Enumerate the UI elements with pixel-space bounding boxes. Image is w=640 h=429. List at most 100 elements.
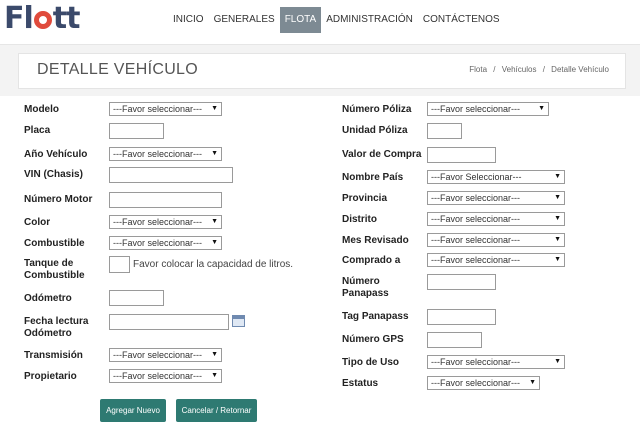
fecha-label-line2: Odómetro [24,328,72,339]
logo-text-end: tt [52,1,81,36]
propietario-select-value: ---Favor seleccionar--- [113,371,203,381]
top-navbar: Fl tt INICIO GENERALES FLOTA ADMINISTRACI… [0,0,640,45]
tipo-uso-select-value: ---Favor seleccionar--- [431,357,521,367]
logo-text-start: Fl [4,1,34,36]
tipo-uso-select[interactable]: ---Favor seleccionar--- ▼ [427,355,565,369]
distrito-select-value: ---Favor seleccionar--- [431,214,521,224]
estatus-label: Estatus [342,378,379,389]
tag-panapass-label: Tag Panapass [342,311,409,322]
nav-item-inicio[interactable]: INICIO [168,7,209,33]
anio-select[interactable]: ---Favor seleccionar--- ▼ [109,147,222,161]
anio-select-value: ---Favor seleccionar--- [113,149,203,159]
tanque-hint: Favor colocar la capacidad de litros. [133,259,294,270]
valor-compra-label: Valor de Compra [342,149,422,160]
chevron-down-icon: ▼ [211,105,218,112]
nav-item-generales[interactable]: GENERALES [209,7,280,33]
propietario-select[interactable]: ---Favor seleccionar--- ▼ [109,369,222,383]
chevron-down-icon: ▼ [554,256,561,263]
modelo-select-value: ---Favor seleccionar--- [113,104,203,114]
chevron-down-icon: ▼ [554,358,561,365]
chevron-down-icon: ▼ [554,236,561,243]
nombre-pais-select[interactable]: ---Favor Seleccionar--- ▼ [427,170,565,184]
color-label: Color [24,217,51,228]
chevron-down-icon: ▼ [554,173,561,180]
numero-panapass-label: Número Panapass [342,276,389,300]
fecha-lectura-input[interactable] [109,314,229,330]
unidad-poliza-label: Unidad Póliza [342,125,408,136]
nav-item-administracion[interactable]: ADMINISTRACIÓN [321,7,418,33]
placa-input[interactable] [109,123,164,139]
combustible-select[interactable]: ---Favor seleccionar--- ▼ [109,236,222,250]
distrito-label: Distrito [342,214,377,225]
anio-label: Año Vehículo [24,149,88,160]
pais-select-value: ---Favor Seleccionar--- [431,172,522,182]
chevron-down-icon: ▼ [554,215,561,222]
breadcrumb: Flota / Vehículos / Detalle Vehículo [467,65,611,74]
valor-compra-input[interactable] [427,147,496,163]
nav-item-flota[interactable]: FLOTA [279,7,322,33]
comprado-a-select[interactable]: ---Favor seleccionar--- ▼ [427,253,565,267]
transmision-select-value: ---Favor seleccionar--- [113,350,203,360]
provincia-select-value: ---Favor seleccionar--- [431,193,521,203]
estatus-select-value: ---Favor seleccionar--- [431,378,521,388]
page-header: DETALLE VEHÍCULO Flota / Vehículos / Det… [18,53,626,89]
cancel-return-button[interactable]: Cancelar / Retornar [176,399,257,422]
chevron-down-icon: ▼ [554,194,561,201]
breadcrumb-separator: / [542,65,545,74]
chevron-down-icon: ▼ [538,105,545,112]
comprado-a-label: Comprado a [342,255,401,266]
vin-label: VIN (Chasis) [24,169,83,180]
panapass-label-line2: Panapass [342,288,389,299]
odometro-input[interactable] [109,290,164,306]
modelo-label: Modelo [24,104,59,115]
breadcrumb-vehiculos[interactable]: Vehículos [502,65,537,74]
propietario-label: Propietario [24,371,77,382]
placa-label: Placa [24,125,51,136]
color-select-value: ---Favor seleccionar--- [113,217,203,227]
breadcrumb-detalle: Detalle Vehículo [551,65,609,74]
numero-gps-label: Número GPS [342,334,404,345]
chevron-down-icon: ▼ [211,239,218,246]
chevron-down-icon: ▼ [211,150,218,157]
panapass-label-line1: Número [342,276,380,287]
mes-revisado-label: Mes Revisado [342,235,409,246]
estatus-select[interactable]: ---Favor seleccionar--- ▼ [427,376,540,390]
provincia-select[interactable]: ---Favor seleccionar--- ▼ [427,191,565,205]
fecha-lectura-label: Fecha lectura Odómetro [24,316,88,340]
combustible-label: Combustible [24,238,85,249]
tag-panapass-input[interactable] [427,309,496,325]
chevron-down-icon: ▼ [211,372,218,379]
chevron-down-icon: ▼ [211,351,218,358]
flott-logo[interactable]: Fl tt [4,1,81,36]
tanque-input[interactable] [109,256,130,273]
vin-input[interactable] [109,167,233,183]
breadcrumb-flota[interactable]: Flota [469,65,487,74]
transmision-select[interactable]: ---Favor seleccionar--- ▼ [109,348,222,362]
modelo-select[interactable]: ---Favor seleccionar--- ▼ [109,102,222,116]
distrito-select[interactable]: ---Favor seleccionar--- ▼ [427,212,565,226]
numero-poliza-select[interactable]: ---Favor seleccionar--- ▼ [427,102,549,116]
motor-input[interactable] [109,192,222,208]
numero-gps-input[interactable] [427,332,482,348]
motor-label: Número Motor [24,194,93,205]
fecha-label-line1: Fecha lectura [24,316,89,327]
transmision-label: Transmisión [24,350,83,361]
chevron-down-icon: ▼ [211,218,218,225]
comprado-select-value: ---Favor seleccionar--- [431,255,521,265]
provincia-label: Provincia [342,193,388,204]
unidad-poliza-input[interactable] [427,123,462,139]
mes-revisado-select[interactable]: ---Favor seleccionar--- ▼ [427,233,565,247]
tanque-label-line1: Tanque de [24,258,74,269]
color-select[interactable]: ---Favor seleccionar--- ▼ [109,215,222,229]
nav-item-contactenos[interactable]: CONTÁCTENOS [418,7,505,33]
main-nav: INICIO GENERALES FLOTA ADMINISTRACIÓN CO… [168,7,505,33]
add-new-button[interactable]: Agregar Nuevo [100,399,166,422]
nombre-pais-label: Nombre País [342,172,404,183]
tanque-label-line2: Combustible [24,270,85,281]
tipo-uso-label: Tipo de Uso [342,357,400,368]
numero-panapass-input[interactable] [427,274,496,290]
odometro-label: Odómetro [24,293,72,304]
tanque-label: Tanque de Combustible [24,258,85,282]
logo-ring-icon [33,11,52,29]
calendar-icon[interactable] [232,315,245,327]
